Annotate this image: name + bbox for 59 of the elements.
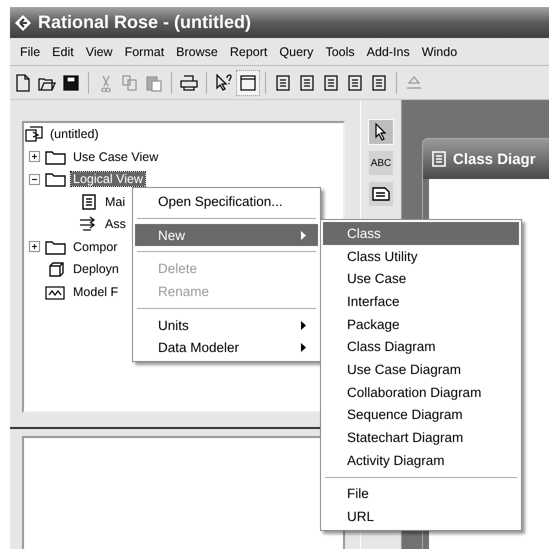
plus-icon [30,242,39,252]
menu-item[interactable]: Report [224,44,274,58]
tree-item[interactable]: Mai [103,194,128,209]
menu-item[interactable]: Package [323,312,519,336]
menu-item[interactable]: Open Specification... [135,190,318,213]
plus-icon [30,152,39,162]
menu-item[interactable]: Class Diagram [323,335,519,358]
tree-item[interactable]: Deployn [71,262,121,276]
document-icon [430,150,448,168]
model-icon [24,125,44,144]
menu-item[interactable]: Data Modeler [135,336,318,360]
menu-item[interactable]: URL [323,505,519,528]
menu-item[interactable]: Tools [319,44,361,58]
menu-item[interactable]: Activity Diagram [323,448,519,472]
tree-item[interactable]: Compor [71,240,120,254]
menu-item[interactable]: Interface [323,290,519,313]
document-icon [274,74,292,92]
expand-toggle[interactable] [29,174,40,185]
menu-item[interactable]: Sequence Diagram [323,404,519,426]
tree-item[interactable]: Use Case View [71,150,160,164]
text-tool[interactable]: ABC [369,151,393,175]
menu-item[interactable]: Use Case Diagram [323,358,519,381]
toolbar-button[interactable] [237,70,259,94]
menu-item[interactable]: Collaboration Diagram [323,380,519,404]
menu-item[interactable]: Format [118,44,170,58]
tree-item[interactable]: (untitled) [48,127,101,142]
menu-item[interactable]: Query [273,44,320,58]
tree-item[interactable]: Ass [103,217,128,232]
menu-item[interactable]: File [323,482,519,506]
window-title: Rational Rose - (untitled) [38,12,251,33]
arrow-question-icon [215,74,233,92]
menu-item[interactable]: Units [135,314,318,336]
menu-item[interactable]: Class [323,222,519,245]
menu-item[interactable]: Edit [46,44,80,58]
pointer-icon [374,123,388,141]
note-icon [372,187,390,201]
copy-icon [121,74,139,92]
menu-item[interactable]: New [135,224,318,246]
palette-tool[interactable] [369,120,393,144]
expand-toggle[interactable] [29,151,40,162]
palette-tool[interactable] [369,182,393,206]
menu-item[interactable]: File [14,44,46,58]
menu-item[interactable]: Windo [416,44,464,58]
expand-toggle[interactable] [29,241,40,252]
printer-icon [180,74,198,92]
page-icon [14,74,32,92]
clipboard-icon [145,74,163,92]
tree-item[interactable]: Model F [71,284,120,299]
window-icon [239,74,257,92]
menu-item[interactable]: Class Utility [323,244,519,268]
menu-item[interactable]: Add-Ins [360,44,416,58]
menu-item[interactable]: Statechart Diagram [323,426,519,449]
diagram-window-title: Class Diagr [453,150,536,168]
app-logo-icon [14,14,32,32]
menu-item[interactable]: Use Case [323,267,519,290]
upload-icon [405,74,423,92]
menu-item[interactable]: Browse [170,44,224,58]
menu-item[interactable]: View [80,44,119,58]
tree-item[interactable]: Logical View [71,172,145,186]
